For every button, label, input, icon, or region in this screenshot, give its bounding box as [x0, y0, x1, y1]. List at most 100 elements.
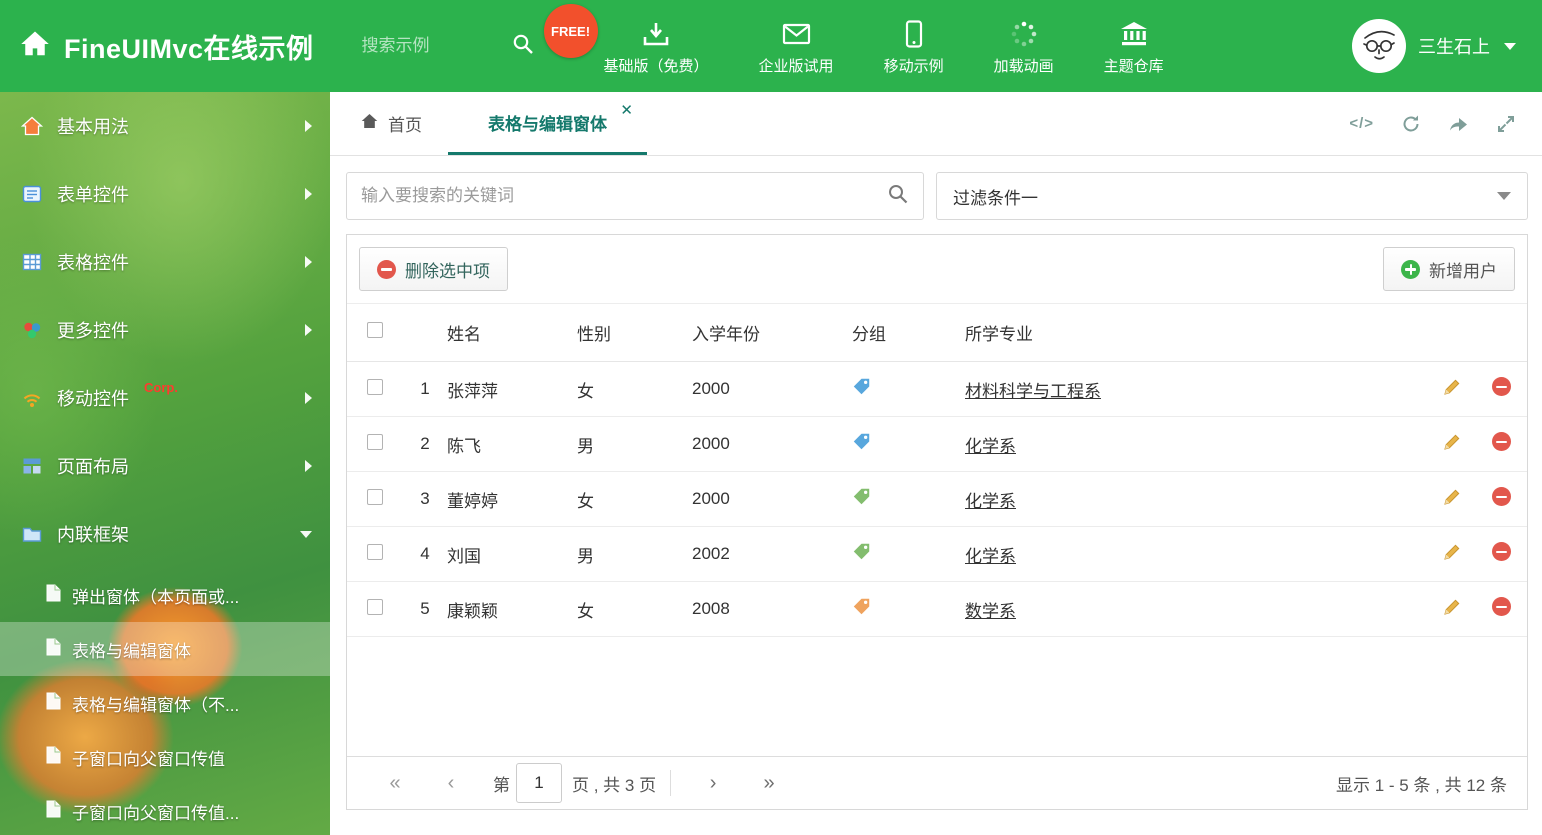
row-name: 刘国 [445, 526, 575, 582]
edit-icon[interactable] [1442, 597, 1462, 617]
sidebar-subitem-child-to-parent-alt[interactable]: 子窗口向父窗口传值... [0, 784, 330, 835]
table-row[interactable]: 1 张萍萍 女 2000 材料科学与工程系 [347, 361, 1527, 417]
major-link[interactable]: 化学系 [965, 492, 1016, 511]
expand-icon[interactable] [1496, 114, 1516, 134]
nav-label: 主题仓库 [1103, 58, 1164, 75]
table-row[interactable]: 3 董婷婷 女 2000 化学系 [347, 471, 1527, 527]
filter-dropdown-value: 过滤条件一 [953, 188, 1038, 208]
select-all-checkbox[interactable] [367, 322, 383, 338]
delete-row-icon[interactable] [1491, 432, 1511, 451]
sidebar-subitem-popup-window[interactable]: 弹出窗体（本页面或... [0, 568, 330, 622]
page-number-input[interactable] [516, 763, 562, 803]
sidebar-item-page-layout[interactable]: 页面布局 [0, 432, 330, 500]
row-checkbox[interactable] [367, 543, 383, 560]
col-header-major[interactable]: 所学专业 [963, 303, 1429, 362]
tab-grid-edit-window[interactable]: 表格与编辑窗体 ✕ [448, 92, 647, 155]
col-header-year[interactable]: 入学年份 [690, 303, 850, 362]
sidebar-subitem-grid-edit-window[interactable]: 表格与编辑窗体 [0, 622, 330, 676]
sidebar-subitem-grid-edit-window-alt[interactable]: 表格与编辑窗体（不... [0, 676, 330, 730]
tab-home[interactable]: 首页 [330, 92, 448, 155]
file-icon [46, 638, 61, 661]
data-grid: 姓名 性别 入学年份 分组 所学专业 1 张萍萍 女 2000 材料科学与工程系… [347, 303, 1527, 637]
chevron-down-icon [1497, 192, 1511, 200]
delete-row-icon[interactable] [1491, 487, 1511, 506]
edit-icon[interactable] [1442, 432, 1462, 452]
chevron-right-icon [305, 324, 312, 336]
row-checkbox[interactable] [367, 598, 383, 615]
sidebar-item-basic-usage[interactable]: 基本用法 [0, 92, 330, 160]
view-source-icon[interactable]: </> [1349, 115, 1374, 132]
nav-item-loading-animation[interactable]: 加载动画 [994, 20, 1054, 76]
delete-selected-label: 删除选中项 [405, 261, 490, 281]
search-icon[interactable] [512, 33, 534, 60]
major-link[interactable]: 化学系 [965, 437, 1016, 456]
refresh-icon[interactable] [1401, 114, 1421, 134]
row-gender: 女 [575, 361, 690, 417]
home-icon [20, 115, 44, 137]
col-header-name[interactable]: 姓名 [445, 303, 575, 362]
share-icon[interactable] [1448, 114, 1469, 134]
sidebar-item-form-controls[interactable]: 表单控件 [0, 160, 330, 228]
nav-item-enterprise-trial[interactable]: 企业版试用 [759, 20, 834, 76]
row-checkbox[interactable] [367, 378, 383, 395]
edit-icon[interactable] [1442, 487, 1462, 507]
search-icon[interactable] [887, 183, 909, 210]
edit-icon[interactable] [1442, 542, 1462, 562]
nav-item-mobile-demo[interactable]: 移动示例 [884, 20, 944, 76]
sidebar-subitem-child-to-parent[interactable]: 子窗口向父窗口传值 [0, 730, 330, 784]
row-checkbox[interactable] [367, 433, 383, 450]
row-gender: 男 [575, 526, 690, 582]
sidebar-item-label: 页面布局 [57, 457, 129, 477]
col-header-gender[interactable]: 性别 [575, 303, 690, 362]
chevron-right-icon [305, 120, 312, 132]
delete-row-icon[interactable] [1491, 597, 1511, 616]
sidebar-item-mobile-controls[interactable]: 移动控件 Corp. [0, 364, 330, 432]
top-search-input[interactable] [361, 36, 502, 56]
corp-badge: Corp. [144, 380, 178, 395]
content-area: 过滤条件一 删除选中项 新增用户 [330, 156, 1542, 835]
delete-row-icon[interactable] [1491, 377, 1511, 396]
top-nav: FREE! 基础版（免费） 企业版试用 移动示例 加载动画 主题仓库 [543, 4, 1164, 76]
sidebar-item-more-controls[interactable]: 更多控件 [0, 296, 330, 364]
nav-item-theme-repo[interactable]: 主题仓库 [1104, 20, 1164, 76]
table-row[interactable]: 4 刘国 男 2002 化学系 [347, 526, 1527, 582]
tab-label: 首页 [388, 116, 422, 135]
download-icon [642, 20, 670, 48]
user-menu[interactable]: 三生石上 [1352, 19, 1542, 73]
nav-label: 基础版（免费） [603, 58, 709, 75]
sidebar-item-label: 表格控件 [57, 253, 129, 273]
major-link[interactable]: 材料科学与工程系 [965, 382, 1101, 401]
sidebar-item-label: 表单控件 [57, 185, 129, 205]
last-page-button[interactable]: » [741, 772, 797, 795]
col-header-group[interactable]: 分组 [850, 303, 963, 362]
filter-dropdown[interactable]: 过滤条件一 [936, 172, 1528, 220]
add-user-button[interactable]: 新增用户 [1383, 247, 1515, 291]
sidebar-item-inline-frame[interactable]: 内联框架 [0, 500, 330, 568]
row-index: 4 [405, 526, 445, 582]
edit-icon[interactable] [1442, 377, 1462, 397]
major-link[interactable]: 化学系 [965, 547, 1016, 566]
delete-row-icon[interactable] [1491, 542, 1511, 561]
record-summary: 显示 1 - 5 条 , 共 12 条 [1336, 775, 1507, 795]
signal-icon [20, 387, 44, 409]
sidebar-item-grid-controls[interactable]: 表格控件 [0, 228, 330, 296]
chevron-down-icon [300, 530, 312, 538]
first-page-button[interactable]: « [367, 772, 423, 795]
table-row[interactable]: 5 康颖颖 女 2008 数学系 [347, 581, 1527, 637]
nav-item-basic-free[interactable]: FREE! 基础版（免费） [543, 4, 709, 76]
file-icon [46, 746, 61, 769]
keyword-search-box [346, 172, 924, 220]
row-checkbox[interactable] [367, 488, 383, 505]
major-link[interactable]: 数学系 [965, 602, 1016, 621]
spinner-icon [1010, 20, 1038, 48]
next-page-button[interactable]: › [685, 772, 741, 795]
prev-page-button[interactable]: ‹ [423, 772, 479, 795]
delete-selected-button[interactable]: 删除选中项 [359, 247, 508, 291]
tag-icon [852, 432, 871, 451]
sidebar-item-label: 移动控件 [57, 389, 129, 409]
keyword-search-input[interactable] [361, 186, 887, 206]
table-row[interactable]: 2 陈飞 男 2000 化学系 [347, 416, 1527, 472]
chevron-right-icon [305, 188, 312, 200]
pagination-bar: « ‹ 第 页 , 共 3 页 › » 显示 1 - 5 条 , 共 12 条 [347, 756, 1527, 809]
close-icon[interactable]: ✕ [620, 103, 633, 118]
